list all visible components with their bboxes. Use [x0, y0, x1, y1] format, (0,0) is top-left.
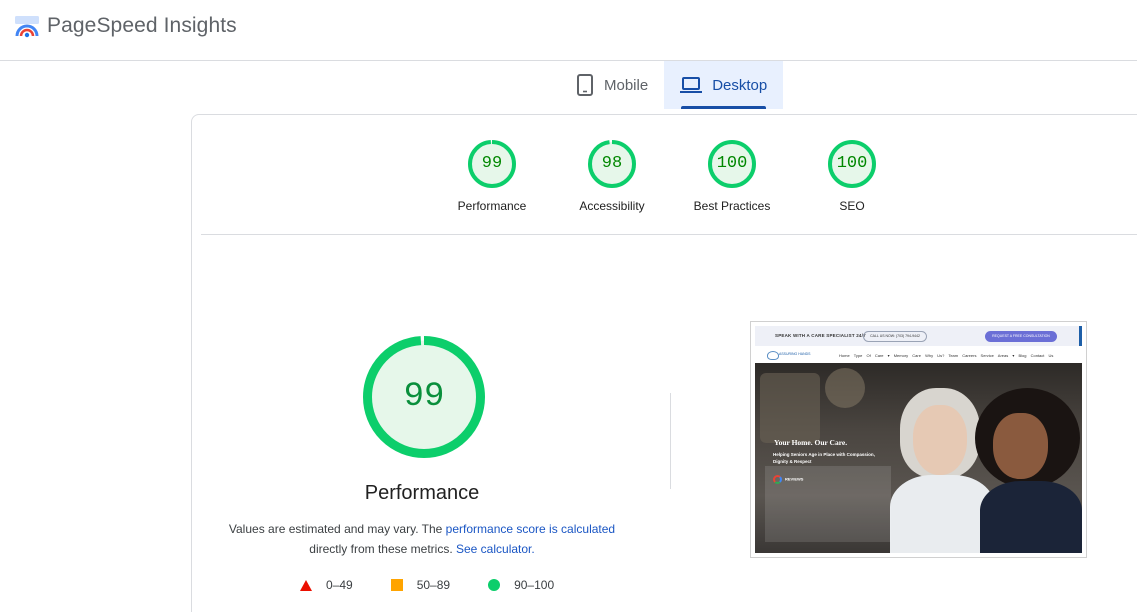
- gauge-ring: 99: [467, 139, 517, 189]
- ss-consult-button: REQUEST A FREE CONSULTATION: [985, 331, 1057, 342]
- performance-gauge-large: 99: [362, 335, 486, 459]
- ss-nav: ASSURING HANDS Home Type Of Care ▾ Memor…: [755, 346, 1082, 363]
- ss-subheadline: Helping Seniors Age in Place with Compas…: [773, 452, 875, 464]
- tab-mobile-label: Mobile: [604, 76, 649, 94]
- desc-text: Values are estimated and may vary. The: [228, 522, 446, 536]
- ss-edge: [1079, 326, 1082, 346]
- ss-person-face: [993, 413, 1048, 479]
- square-icon: [390, 579, 403, 591]
- legend-range: 90–100: [514, 578, 555, 592]
- gauge-ring: 100: [827, 139, 877, 189]
- laptop-icon: [680, 77, 703, 93]
- performance-title: Performance: [364, 482, 480, 504]
- performance-score-large: 99: [403, 378, 445, 416]
- performance-score-link[interactable]: performance score is calculated: [446, 522, 615, 536]
- ss-reviews-text: REVIEWS: [785, 476, 804, 482]
- tab-desktop-label: Desktop: [712, 76, 768, 94]
- ss-topbar-text: SPEAK WITH A CARE SPECIALIST 24/7: [775, 333, 866, 338]
- legend-item-fail: 0–49: [300, 578, 353, 592]
- gauge-accessibility[interactable]: 98 Accessibility: [557, 139, 667, 213]
- legend-item-average: 50–89: [390, 578, 451, 592]
- google-icon: [773, 475, 782, 484]
- app-title[interactable]: PageSpeed Insights: [47, 14, 237, 38]
- gauge-score: 99: [481, 154, 503, 173]
- gauge-score: 100: [836, 154, 868, 173]
- ss-menu: Home Type Of Care ▾ Memory Care Why Us? …: [839, 353, 1054, 358]
- gauge-label: Performance: [457, 199, 527, 213]
- legend-range: 0–49: [326, 578, 353, 592]
- gauge-score: 98: [601, 154, 623, 173]
- gauge-ring: 100: [707, 139, 757, 189]
- ss-person-body: [980, 481, 1082, 553]
- tab-mobile[interactable]: Mobile: [560, 61, 664, 109]
- gauge-ring: 98: [587, 139, 637, 189]
- see-calculator-link[interactable]: See calculator.: [456, 542, 535, 556]
- ss-bg-shape: [825, 368, 865, 408]
- circle-icon: [488, 579, 501, 591]
- gauge-label: SEO: [839, 199, 865, 213]
- device-tabs: Mobile Desktop: [560, 61, 784, 109]
- legend-range: 50–89: [416, 578, 451, 592]
- screenshot-image: SPEAK WITH A CARE SPECIALIST 24/7 CALL U…: [755, 326, 1082, 553]
- gauge-seo[interactable]: 100 SEO: [797, 139, 907, 213]
- ss-call-button: CALL US NOW: (703) 794-9442: [863, 331, 927, 342]
- report-card: 99 Performance 98 Accessibility 100 Best…: [191, 114, 1137, 612]
- vertical-divider: [670, 393, 671, 489]
- final-screenshot[interactable]: SPEAK WITH A CARE SPECIALIST 24/7 CALL U…: [750, 321, 1087, 558]
- desc-text-2: directly from these metrics.: [309, 542, 453, 556]
- ss-topbar: SPEAK WITH A CARE SPECIALIST 24/7 CALL U…: [755, 326, 1082, 346]
- score-legend: 0–49 50–89 90–100: [300, 578, 592, 592]
- gauge-best-practices[interactable]: 100 Best Practices: [677, 139, 787, 213]
- legend-item-pass: 90–100: [488, 578, 554, 592]
- tab-desktop[interactable]: Desktop: [664, 61, 784, 109]
- ss-brand-logo: ASSURING HANDS: [767, 349, 815, 360]
- app-header: PageSpeed Insights: [0, 0, 1137, 61]
- gauge-performance[interactable]: 99 Performance: [437, 139, 547, 213]
- gauge-label: Best Practices: [693, 199, 771, 213]
- score-summary: 99 Performance 98 Accessibility 100 Best…: [201, 115, 1137, 235]
- triangle-icon: [300, 579, 312, 591]
- pagespeed-logo-icon[interactable]: [14, 15, 40, 39]
- mobile-phone-icon: [577, 74, 593, 96]
- gauge-label: Accessibility: [579, 199, 645, 213]
- ss-reviews-badge: REVIEWS: [773, 475, 833, 487]
- ss-headline: Your Home. Our Care.: [774, 438, 848, 447]
- ss-person-face: [913, 405, 967, 475]
- ss-bg-shape: [760, 373, 820, 443]
- performance-description: Values are estimated and may vary. The p…: [222, 519, 622, 559]
- gauge-score: 100: [716, 154, 748, 173]
